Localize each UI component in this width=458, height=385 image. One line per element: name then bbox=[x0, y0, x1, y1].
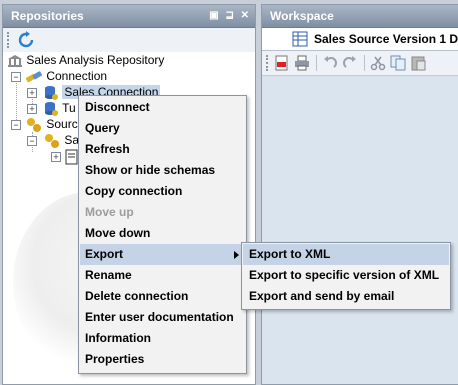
database-icon bbox=[45, 101, 58, 116]
submenu-item-export-xml[interactable]: Export to XML bbox=[243, 244, 449, 265]
database-icon bbox=[45, 85, 58, 100]
source-icon bbox=[27, 117, 41, 132]
pdf-icon[interactable] bbox=[274, 55, 290, 71]
menu-item-properties[interactable]: Properties bbox=[80, 349, 245, 370]
menu-item-rename[interactable]: Rename bbox=[80, 265, 245, 286]
workspace-toolbar bbox=[262, 51, 458, 76]
menu-item-copy-connection[interactable]: Copy connection bbox=[80, 181, 245, 202]
menu-item-disconnect[interactable]: Disconnect bbox=[80, 97, 245, 118]
workspace-title: Workspace bbox=[270, 9, 334, 23]
toolbar-grip[interactable] bbox=[7, 32, 12, 48]
redo-icon[interactable] bbox=[342, 55, 358, 71]
tree-root-label: Sales Analysis Repository bbox=[26, 53, 165, 67]
menu-item-refresh[interactable]: Refresh bbox=[80, 139, 245, 160]
menu-item-user-documentation[interactable]: Enter user documentation bbox=[80, 307, 245, 328]
tree-source-label: Sourc bbox=[46, 117, 78, 131]
tree-node-sa[interactable]: Sa bbox=[43, 132, 79, 148]
undo-icon[interactable] bbox=[322, 55, 338, 71]
repositories-panel-header: Repositories ▣ ⊒ ✕ bbox=[3, 5, 255, 28]
repositories-toolbar bbox=[3, 28, 255, 53]
table-icon bbox=[292, 31, 308, 47]
expander-source[interactable]: − bbox=[11, 120, 21, 130]
copy-icon[interactable] bbox=[390, 55, 406, 71]
workspace-panel-header: Workspace bbox=[262, 5, 458, 28]
expander-sales-connection[interactable]: + bbox=[27, 88, 37, 98]
print-icon[interactable] bbox=[294, 55, 310, 71]
menu-item-move-down[interactable]: Move down bbox=[80, 223, 245, 244]
expander-sa[interactable]: − bbox=[27, 136, 37, 146]
tree-node-source[interactable]: Sourc bbox=[25, 116, 78, 132]
repositories-title: Repositories bbox=[11, 9, 84, 23]
paste-icon[interactable] bbox=[410, 55, 426, 71]
tree-node-document[interactable] bbox=[65, 148, 79, 165]
menu-item-information[interactable]: Information bbox=[80, 328, 245, 349]
tree-connection-label: Connection bbox=[46, 69, 108, 83]
toolbar-grip[interactable] bbox=[266, 55, 271, 71]
expander-document[interactable]: + bbox=[51, 152, 61, 162]
menu-item-query[interactable]: Query bbox=[80, 118, 245, 139]
submenu-item-export-email[interactable]: Export and send by email bbox=[243, 286, 449, 307]
workspace-tab[interactable]: Sales Source Version 1 D bbox=[314, 28, 458, 50]
menu-item-export[interactable]: Export bbox=[80, 244, 245, 265]
source-icon bbox=[45, 133, 59, 148]
expander-connection[interactable]: − bbox=[11, 72, 21, 82]
menu-item-move-up: Move up bbox=[85, 205, 134, 219]
submenu-item-export-specific-xml[interactable]: Export to specific version of XML bbox=[243, 265, 449, 286]
context-menu: Disconnect Query Refresh Show or hide sc… bbox=[78, 95, 247, 374]
document-icon bbox=[65, 149, 78, 165]
menu-item-show-hide-schemas[interactable]: Show or hide schemas bbox=[80, 160, 245, 181]
cut-icon[interactable] bbox=[370, 55, 386, 71]
export-submenu: Export to XML Export to specific version… bbox=[241, 242, 451, 310]
menu-item-export-label: Export bbox=[85, 247, 124, 261]
tree-node-connection[interactable]: Connection bbox=[25, 68, 107, 84]
expander-tu[interactable]: + bbox=[27, 104, 37, 114]
menu-item-delete-connection[interactable]: Delete connection bbox=[80, 286, 245, 307]
workspace-panel: Workspace Sales Source Version 1 D bbox=[261, 4, 458, 385]
panel-window-controls[interactable]: ▣ ⊒ ✕ bbox=[209, 5, 251, 27]
refresh-icon[interactable] bbox=[17, 31, 35, 49]
tree-tu-label: Tu bbox=[62, 101, 76, 115]
tree-node-root[interactable]: Sales Analysis Repository bbox=[7, 52, 164, 68]
repository-icon bbox=[8, 54, 22, 67]
tree-sa-label: Sa bbox=[64, 133, 80, 147]
connection-icon bbox=[25, 71, 42, 83]
submenu-arrow-icon bbox=[234, 251, 239, 259]
tree-node-tu[interactable]: Tu bbox=[43, 100, 76, 116]
workspace-tab-bar: Sales Source Version 1 D bbox=[262, 28, 458, 51]
